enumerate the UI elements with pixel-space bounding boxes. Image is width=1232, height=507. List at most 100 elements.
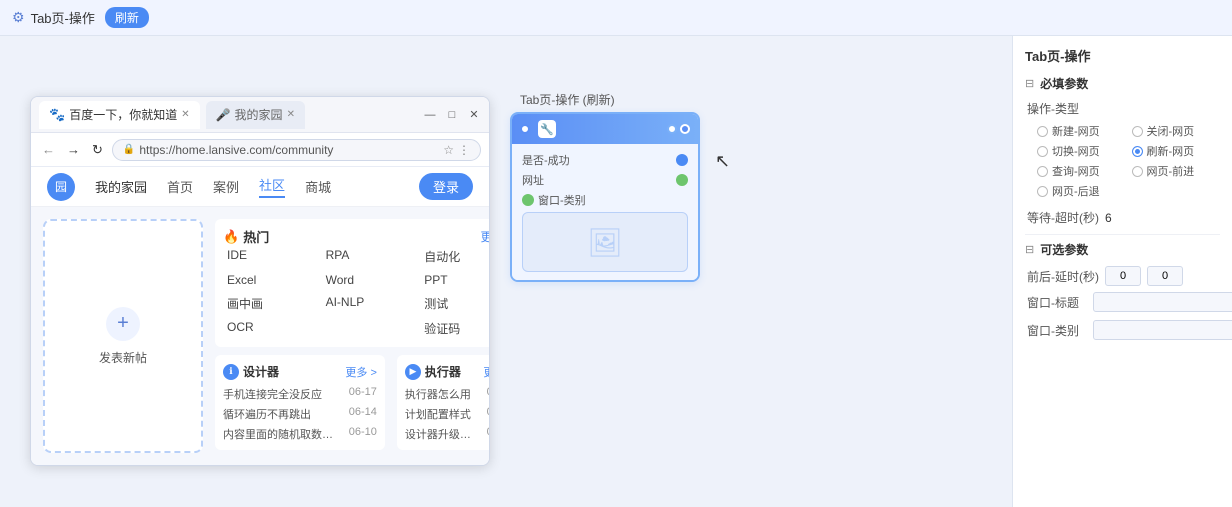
option-close-page[interactable]: 关闭-网页 [1132,123,1221,139]
tag-captcha[interactable]: 验证码 [420,318,489,339]
node-port-left[interactable] [520,124,530,134]
browser-tab-baidu[interactable]: 🐾 百度一下，你就知道 ✕ [39,101,200,129]
port-b[interactable] [676,154,688,166]
option-query-page-label: 查询-网页 [1052,163,1100,179]
home-tab-icon: 🎤 [216,108,231,122]
option-close-page-label: 关闭-网页 [1147,123,1195,139]
image-placeholder-icon: 🖼 [587,226,623,259]
flow-node-container: Tab页-操作 (刷新) 🔧 是否-成功 [510,91,700,282]
radio-forward-page[interactable] [1132,166,1143,177]
post-panel: + 发表新帖 [43,219,203,453]
designer-item-date-2: 06-10 [349,426,377,442]
designer-item-1: 循环遍历不再跳出 06-14 [223,406,377,422]
flow-node[interactable]: 🔧 是否-成功 网址 [510,112,700,282]
option-forward-page[interactable]: 网页-前进 [1132,163,1221,179]
tag-rpa[interactable]: RPA [322,246,417,267]
radio-refresh-page[interactable] [1132,146,1143,157]
win-close[interactable]: ✕ [467,108,481,122]
nav-case[interactable]: 案例 [213,177,239,196]
cursor: ↖ [715,151,730,172]
option-switch-page[interactable]: 切换-网页 [1037,143,1126,159]
right-panel: Tab页-操作 ⊟ 必填参数 操作-类型 新建-网页 关闭-网页 切换-网页 [1012,36,1232,507]
delay-input-1[interactable] [1105,266,1141,286]
browser-tab-home[interactable]: 🎤 我的家园 ✕ [206,101,305,129]
tag-pictureinpicture[interactable]: 画中画 [223,293,318,314]
url-label: 网址 [522,172,544,188]
address-box[interactable]: 🔒 https://home.lansive.com/community ☆ ⋮ [112,139,481,161]
window-type-label: 窗口-类别 [538,192,586,208]
flow-node-port-row: 窗口-类别 [522,192,688,208]
browser-window: 🐾 百度一下，你就知道 ✕ 🎤 我的家园 ✕ — □ ✕ ← → [30,96,490,466]
tag-ocr[interactable]: OCR [223,318,318,339]
option-query-page[interactable]: 查询-网页 [1037,163,1126,179]
hot-more[interactable]: 更多 > [480,228,489,245]
delay-label: 前后-延时(秒) [1027,268,1099,285]
required-collapse-icon: ⊟ [1025,77,1034,90]
tag-ide[interactable]: IDE [223,246,318,267]
forward-button[interactable]: → [64,140,83,159]
nav-home[interactable]: 首页 [167,177,193,196]
optional-section[interactable]: ⊟ 可选参数 [1025,241,1220,258]
flow-node-label: Tab页-操作 (刷新) [510,91,700,108]
window-title-input[interactable] [1093,292,1232,312]
home-tab-close[interactable]: ✕ [287,109,295,120]
tag-excel[interactable]: Excel [223,271,318,289]
more-icon: ⋮ [458,143,470,157]
login-button[interactable]: 登录 [419,173,473,200]
home-tab-label: 我的家园 [235,106,283,123]
executor-item-date-0: 05-25 [487,386,489,402]
action-type-label: 操作-类型 [1027,100,1087,117]
nav-community[interactable]: 社区 [259,175,285,198]
option-back-page[interactable]: 网页-后退 [1037,183,1126,199]
option-new-page[interactable]: 新建-网页 [1037,123,1126,139]
fire-icon: 🔥 [223,229,239,245]
main-area: 🐾 百度一下，你就知道 ✕ 🎤 我的家园 ✕ — □ ✕ ← → [0,36,1232,507]
radio-switch-page[interactable] [1037,146,1048,157]
top-bar: ⚙ Tab页-操作 刷新 [0,0,1232,36]
radio-back-page[interactable] [1037,186,1048,197]
window-type-input[interactable] [1093,320,1232,340]
delay-input-2[interactable] [1147,266,1183,286]
tag-ai-nlp[interactable]: AI-NLP [322,293,417,314]
browser-content: + 发表新帖 🔥 热门 更多 > IDE RPA [31,207,489,465]
nav-shop[interactable]: 商城 [305,177,331,196]
tag-ppt[interactable]: PPT [420,271,489,289]
refresh-button[interactable]: 刷新 [105,7,149,28]
action-options: 新建-网页 关闭-网页 切换-网页 刷新-网页 查询-网页 网页-前进 [1025,123,1220,199]
tag-automation[interactable]: 自动化 [420,246,489,267]
content-right: 🔥 热门 更多 > IDE RPA 自动化 Excel Word PPT 画中画 [215,219,489,453]
node-port-right-2[interactable] [680,124,690,134]
tag-word[interactable]: Word [322,271,417,289]
node-ports-right [667,124,690,134]
post-label: 发表新帖 [99,349,147,366]
radio-query-page[interactable] [1037,166,1048,177]
flow-node-url-row: 网址 [522,172,688,188]
back-button[interactable]: ← [39,140,58,159]
star-icon: ☆ [443,143,454,157]
designer-item-date-0: 06-17 [349,386,377,402]
executor-more[interactable]: 更多 > [483,364,489,380]
option-forward-page-label: 网页-前进 [1147,163,1195,179]
win-maximize[interactable]: □ [445,108,459,122]
executor-header: ▶ 执行器 更多 > [405,363,489,380]
tag-test[interactable]: 测试 [420,293,489,314]
required-section[interactable]: ⊟ 必填参数 [1025,75,1220,92]
port-s-left[interactable] [522,194,534,206]
port-s[interactable] [676,174,688,186]
window-title-row: 窗口-标题 ✏ [1025,292,1220,312]
page-icon: ⚙ [12,9,25,26]
lock-icon: 🔒 [123,144,135,155]
baidu-tab-close[interactable]: ✕ [181,109,189,120]
brand-name: 我的家园 [95,177,147,196]
flow-node-header: 🔧 [512,114,698,144]
designer-more[interactable]: 更多 > [345,364,376,380]
flow-node-image: 🖼 [522,212,688,272]
win-minimize[interactable]: — [423,108,437,122]
reload-button[interactable]: ↻ [89,140,106,160]
radio-close-page[interactable] [1132,126,1143,137]
option-refresh-page[interactable]: 刷新-网页 [1132,143,1221,159]
node-port-right-1[interactable] [667,124,677,134]
designer-panel: ℹ 设计器 更多 > 手机连接完全没反应 06-17 循环遍历不再 [215,355,385,450]
hot-panel: 🔥 热门 更多 > IDE RPA 自动化 Excel Word PPT 画中画 [215,219,489,347]
radio-new-page[interactable] [1037,126,1048,137]
